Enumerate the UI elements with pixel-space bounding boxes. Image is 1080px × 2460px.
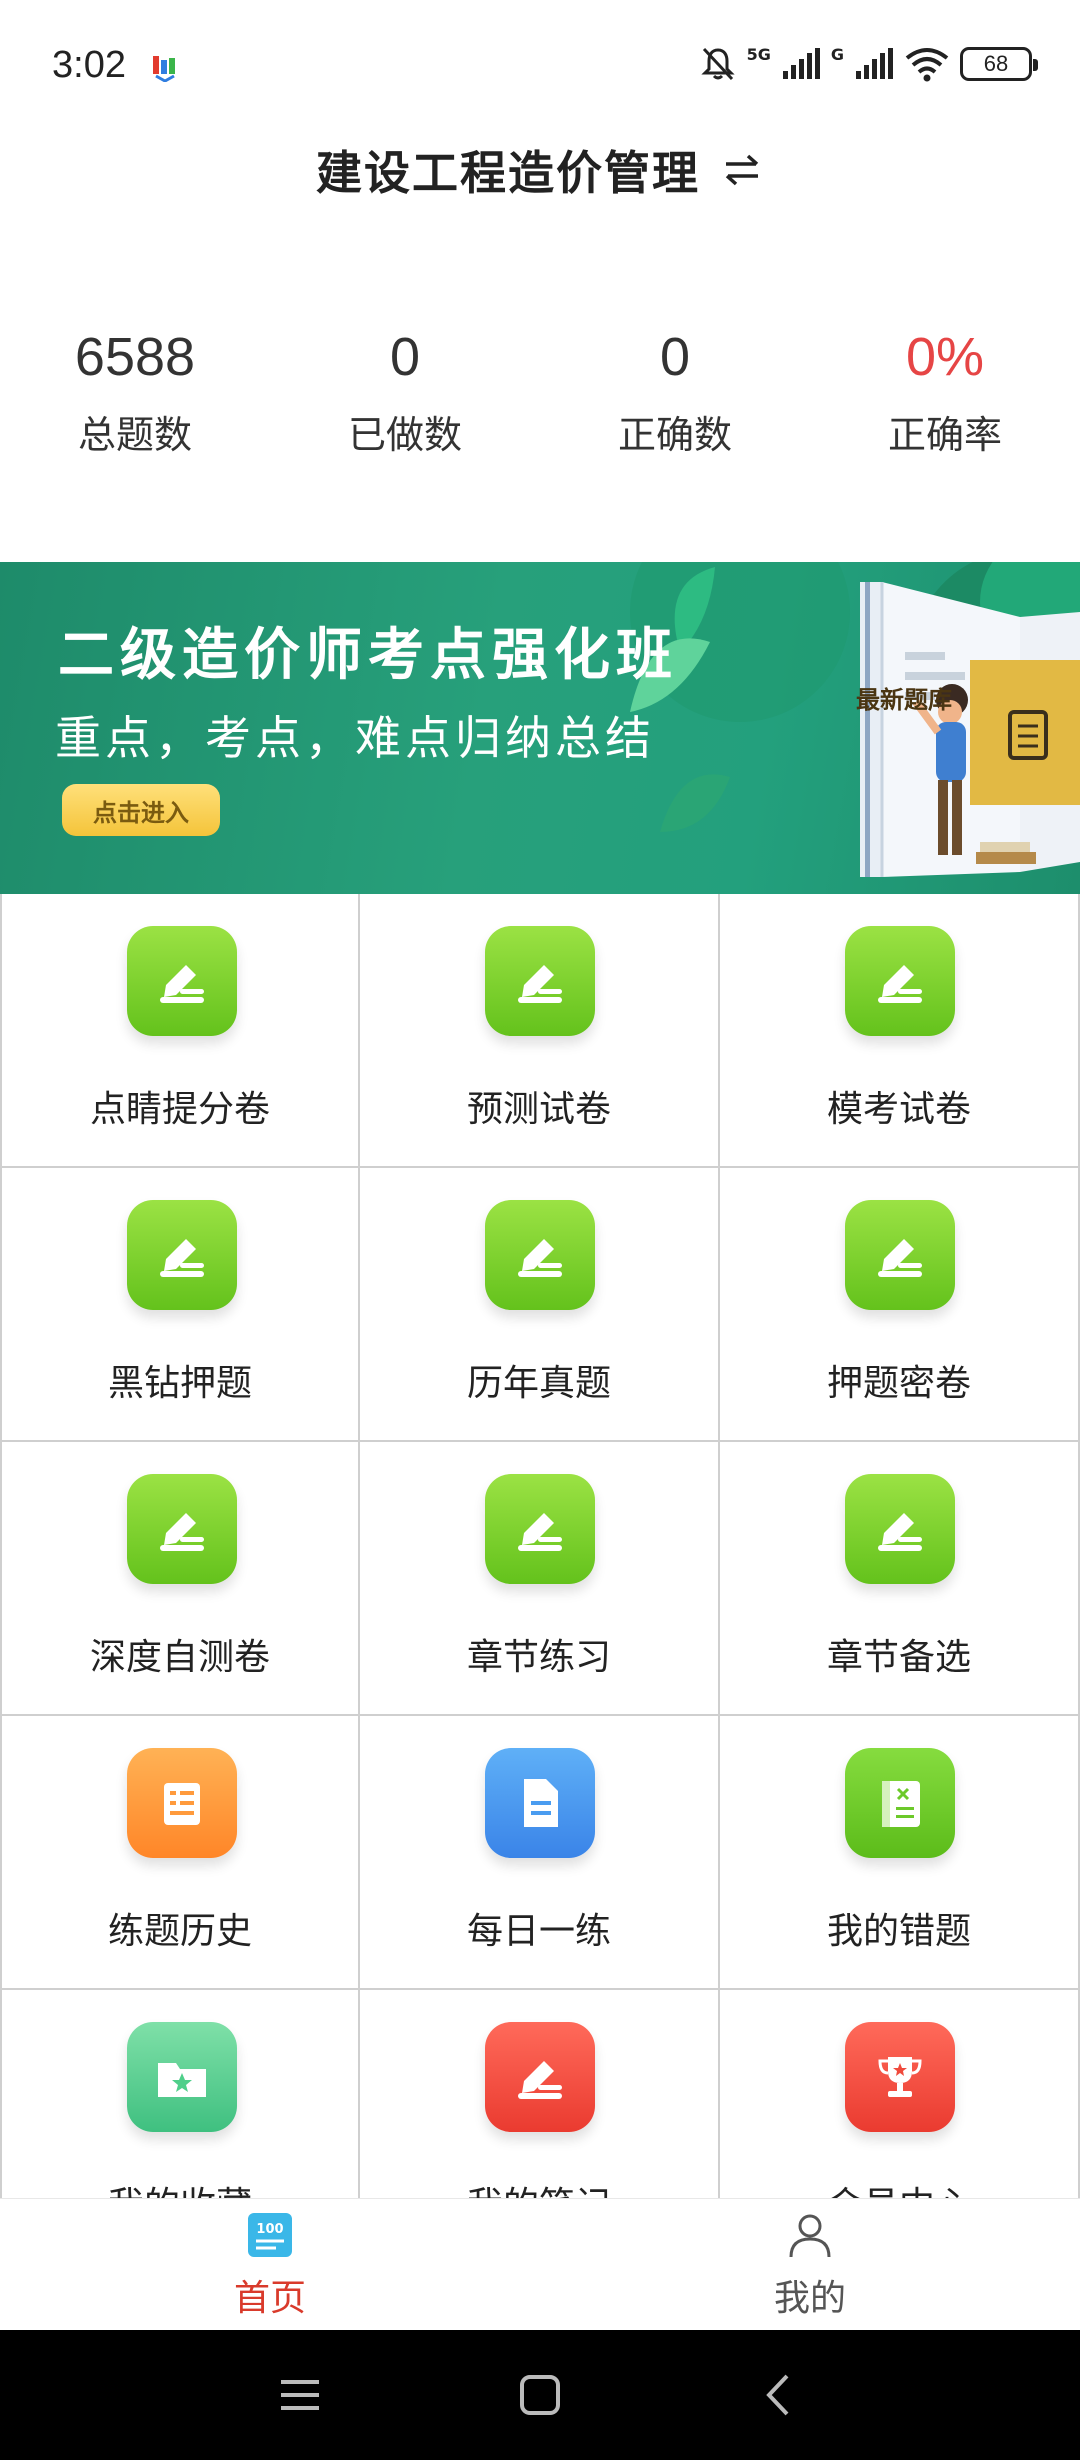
grid-item-label: 我的错题 xyxy=(826,1911,971,1952)
stat-correct: 0 正确数 xyxy=(540,315,810,495)
banner-enter-button[interactable]: 点击进入 xyxy=(62,784,220,836)
stat-value: 0 xyxy=(389,327,421,387)
edit-icon xyxy=(485,2022,595,2132)
grid-item-label: 预测试卷 xyxy=(466,1089,611,1130)
menu-icon[interactable] xyxy=(275,2370,325,2420)
status-time: 3:02 xyxy=(52,44,126,86)
grid-item-label: 每日一练 xyxy=(466,1911,611,1952)
person-icon xyxy=(789,2214,831,2258)
promo-banner[interactable]: 二级造价师考点强化班 重点，考点，难点归纳总结 点击进入 最新题库 xyxy=(0,562,1080,894)
grid-item-label: 练题历史 xyxy=(107,1911,252,1952)
nav-mine[interactable]: 我的 xyxy=(540,2199,1080,2330)
grid-item-label: 黑钻押题 xyxy=(107,1363,252,1404)
stat-value: 6588 xyxy=(74,327,196,387)
banner-illustration xyxy=(630,562,1080,877)
bottom-navigation: 100 首页 我的 xyxy=(0,2198,1080,2330)
stat-total: 6588 总题数 xyxy=(0,315,270,495)
status-bar: 3:02 5G G 68 xyxy=(0,0,1080,110)
banner-book-label: 最新题库 xyxy=(856,686,952,714)
grid-item-label: 我的笔记 xyxy=(360,2176,718,2198)
feature-grid: 点睛提分卷 预测试卷 模考试卷黑钻押题 历年真题 押题密卷深度自测卷 章节练习 章节备选练题… xyxy=(0,894,1080,2198)
grid-item-label: 会员中心 xyxy=(720,2176,1078,2198)
nav-home[interactable]: 100 首页 xyxy=(0,2199,540,2330)
svg-text:100: 100 xyxy=(256,2222,283,2237)
grid-item-label: 历年真题 xyxy=(466,1363,611,1404)
wrong-book-icon xyxy=(845,1748,955,1858)
grid-item-mokao[interactable]: 模考试卷 xyxy=(720,894,1080,1168)
page-title[interactable]: 建设工程造价管理 xyxy=(316,137,700,203)
grid-item-linian[interactable]: 历年真题 xyxy=(360,1168,720,1442)
grid-item-wrong-questions[interactable]: 我的错题 xyxy=(720,1716,1080,1990)
stat-label: 总题数 xyxy=(77,413,192,457)
grid-item-label: 押题密卷 xyxy=(826,1363,971,1404)
grid-item-notes[interactable]: 我的笔记 xyxy=(360,1990,720,2198)
stat-label: 已做数 xyxy=(347,413,462,457)
battery-level: 68 xyxy=(983,51,1009,76)
edit-icon xyxy=(127,926,237,1036)
edit-icon xyxy=(845,926,955,1036)
grid-item-label: 章节备选 xyxy=(826,1637,971,1678)
stats-row: 6588 总题数 0 已做数 0 正确数 0% 正确率 xyxy=(0,315,1080,495)
grid-item-heizuan[interactable]: 黑钻押题 xyxy=(0,1168,360,1442)
stat-done: 0 已做数 xyxy=(270,315,540,495)
nav-home-label: 首页 xyxy=(233,2278,306,2319)
signal-icon xyxy=(782,48,820,79)
grid-item-label: 模考试卷 xyxy=(826,1089,971,1130)
network-g-label: G xyxy=(830,44,844,64)
feature-grid-inner: 点睛提分卷 预测试卷 模考试卷黑钻押题 历年真题 押题密卷深度自测卷 章节练习 章节备选练题… xyxy=(0,894,1080,2198)
trophy-icon xyxy=(845,2022,955,2132)
back-icon[interactable] xyxy=(755,2370,805,2420)
system-navigation-bar xyxy=(0,2330,1080,2460)
edit-icon xyxy=(845,1474,955,1584)
edit-icon xyxy=(845,1200,955,1310)
grid-item-yuce[interactable]: 预测试卷 xyxy=(360,894,720,1168)
grid-item-dianjing[interactable]: 点睛提分卷 xyxy=(0,894,360,1168)
star-folder-icon xyxy=(127,2022,237,2132)
wifi-icon xyxy=(905,48,949,82)
nav-mine-label: 我的 xyxy=(773,2278,846,2319)
grid-item-shendu[interactable]: 深度自测卷 xyxy=(0,1442,360,1716)
scroll-icon xyxy=(127,1748,237,1858)
home-icon[interactable] xyxy=(515,2370,565,2420)
stat-label: 正确率 xyxy=(887,413,1002,457)
grid-item-label: 章节练习 xyxy=(466,1637,611,1678)
grid-item-label: 我的收藏 xyxy=(2,2176,358,2198)
grid-item-label: 深度自测卷 xyxy=(89,1637,270,1678)
edit-icon xyxy=(485,1474,595,1584)
grid-item-meiri-yilian[interactable]: 每日一练 xyxy=(360,1716,720,1990)
grid-item-favorites[interactable]: 我的收藏 xyxy=(0,1990,360,2198)
edit-icon xyxy=(127,1474,237,1584)
home-100-icon: 100 xyxy=(248,2213,292,2257)
banner-subtitle: 重点，考点，难点归纳总结 xyxy=(55,711,655,765)
stat-accuracy: 0% 正确率 xyxy=(810,315,1080,495)
edit-icon xyxy=(485,1200,595,1310)
app-notification-icon xyxy=(153,56,175,82)
grid-item-vip-center[interactable]: 会员中心 xyxy=(720,1990,1080,2198)
stat-label: 正确数 xyxy=(617,413,732,457)
network-5g-label: 5G xyxy=(746,44,771,64)
grid-item-lianti-lishi[interactable]: 练题历史 xyxy=(0,1716,360,1990)
signal-icon-2 xyxy=(856,48,893,79)
edit-icon xyxy=(127,1200,237,1310)
battery-indicator: 68 xyxy=(960,47,1038,81)
bell-off-icon xyxy=(700,47,735,81)
stat-value: 0% xyxy=(905,327,985,387)
status-icons: 5G G 68 xyxy=(699,42,1038,86)
grid-item-yati[interactable]: 押题密卷 xyxy=(720,1168,1080,1442)
document-icon xyxy=(485,1748,595,1858)
grid-item-label: 点睛提分卷 xyxy=(89,1089,270,1130)
banner-title: 二级造价师考点强化班 xyxy=(58,623,678,688)
stat-value: 0 xyxy=(659,327,691,387)
grid-item-zhangjie-lianxi[interactable]: 章节练习 xyxy=(360,1442,720,1716)
edit-icon xyxy=(485,926,595,1036)
swap-arrows-icon[interactable] xyxy=(720,148,764,192)
title-bar[interactable]: 建设工程造价管理 xyxy=(0,120,1080,220)
grid-item-zhangjie-beixuan[interactable]: 章节备选 xyxy=(720,1442,1080,1716)
